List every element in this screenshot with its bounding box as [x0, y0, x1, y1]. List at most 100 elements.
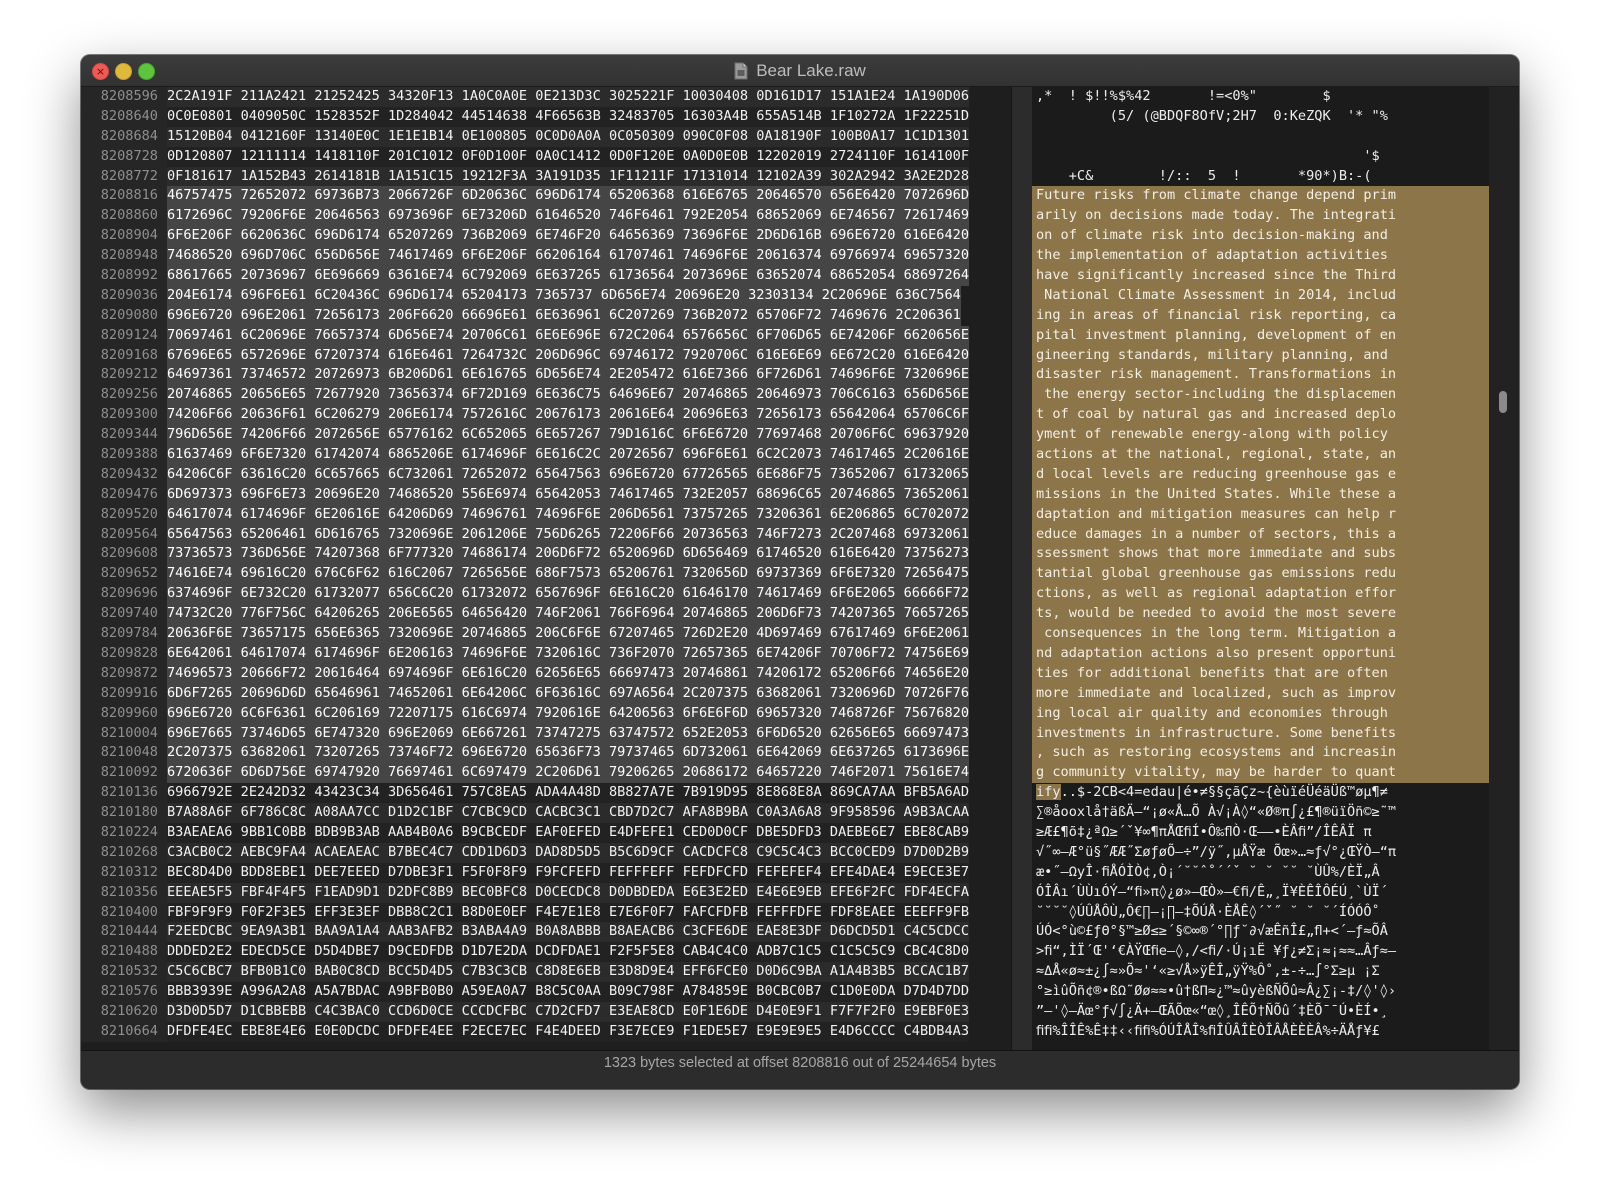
ascii-pane[interactable]: ,* ! $!!%$%42 !=<0%" $ (5/ (@BDQF8OfV;2H…: [1032, 87, 1489, 1051]
hex-row[interactable]: 8209168 67696E65 6572696E 67207374 616E64…: [81, 345, 1011, 366]
ascii-row[interactable]: the energy sector-including the displace…: [1032, 385, 1489, 406]
hex-row[interactable]: 8209608 73736573 736D656E 74207368 6F7773…: [81, 544, 1011, 565]
hex-row[interactable]: 8209300 74206F66 20636F61 6C206279 206E61…: [81, 405, 1011, 426]
ascii-row[interactable]: yment of renewable energy-along with pol…: [1032, 425, 1489, 446]
hex-bytes[interactable]: 6374696F 6E732C20 61732077 656C6C20 6173…: [167, 584, 970, 605]
ascii-row[interactable]: on of climate risk into decision-making …: [1032, 226, 1489, 247]
ascii-row[interactable]: missions in the United States. While the…: [1032, 484, 1489, 505]
vertical-scrollbar[interactable]: [1489, 87, 1519, 1051]
hex-bytes[interactable]: 0F181617 1A152B43 2614181B 1A151C15 1921…: [167, 166, 970, 187]
hex-bytes[interactable]: 6E642061 64617074 6174696F 6E206163 7469…: [167, 643, 970, 664]
ascii-row[interactable]: ctions, as well as regional adaptation e…: [1032, 584, 1489, 605]
hex-row[interactable]: 8209036 204E6174 696F6E61 6C20436C 696D61…: [81, 285, 1011, 306]
hex-row[interactable]: 8208596 2C2A191F 211A2421 21252425 34320F…: [81, 87, 1011, 107]
ascii-row[interactable]: educe damages in a number of sectors, th…: [1032, 524, 1489, 545]
ascii-row[interactable]: ing local air quality and economies thro…: [1032, 703, 1489, 724]
hex-bytes[interactable]: 6966792E 2E242D32 43423C34 3D656461 757C…: [167, 783, 970, 804]
hex-bytes[interactable]: DFDFE4EC EBE8E4E6 E0E0DCDC DFDFE4EE F2EC…: [167, 1021, 970, 1042]
ascii-row[interactable]: '$: [1032, 147, 1489, 167]
hex-bytes[interactable]: 6D697373 696F6E73 20696E20 74686520 556E…: [167, 484, 970, 505]
hex-row[interactable]: 8210620 D3D0D5D7 D1CBBEBB C4C3BAC0 CCD6D0…: [81, 1001, 1011, 1022]
hex-row[interactable]: 8209344 796D656E 74206F66 2072656E 657761…: [81, 425, 1011, 446]
ascii-row[interactable]: ÚÓ<°ù©£ƒΘ°§™≥Ø≤≥´§©∞®´°∏ƒ˘∂√æÊñÎ£„ﬂ+<´–ƒ…: [1032, 922, 1489, 942]
hex-bytes[interactable]: 20636F6E 73657175 656E6365 7320696E 2074…: [167, 624, 970, 644]
hex-bytes[interactable]: 70697461 6C20696E 76657374 6D656E74 2070…: [167, 325, 970, 346]
ascii-row[interactable]: ≈ΔÅ«ø≈±¿∫≈»Õ≈'‘«≥√Å»ÿÊÎ„ÿŸ%Ô˚‚±-÷…∫°Σ≥µ …: [1032, 962, 1489, 982]
hex-bytes[interactable]: EEEAE5F5 FBF4F4F5 F1EAD9D1 D2DFC8B9 BEC0…: [167, 882, 970, 903]
hex-row[interactable]: 8209520 64617074 6174696F 6E20616E 64206D…: [81, 504, 1011, 525]
hex-bytes[interactable]: 6F6E206F 6620636C 696D6174 65207269 736B…: [167, 226, 970, 247]
hex-row[interactable]: 8209124 70697461 6C20696E 76657374 6D656E…: [81, 325, 1011, 346]
hex-row[interactable]: 8210180 B7A88A6F 6F786C8C A08AA7CC D1D2C1…: [81, 803, 1011, 823]
hex-bytes[interactable]: 64617074 6174696F 6E20616E 64206D69 7469…: [167, 504, 970, 525]
hex-row[interactable]: 8210136 6966792E 2E242D32 43423C34 3D6564…: [81, 783, 1011, 804]
hex-row[interactable]: 8209564 65647563 65206461 6D616765 732069…: [81, 524, 1011, 545]
ascii-row[interactable]: National Climate Assessment in 2014, inc…: [1032, 285, 1489, 306]
hex-bytes[interactable]: 61637469 6F6E7320 61742074 6865206E 6174…: [167, 445, 970, 465]
ascii-row[interactable]: ﬁﬁ%ÎÎÊ%Ê‡‡‹‹ﬁﬁ%ÓÚÎÅÎ%ﬁÎÛÂÎÈÒÎÂÅÈÈÈÂ%÷ÄÅƒ…: [1032, 1022, 1489, 1042]
ascii-row[interactable]: g community vitality, may be harder to q…: [1032, 763, 1489, 784]
hex-bytes[interactable]: FBF9F9F9 F0F2F3E5 EFF3E3EF DBB8C2C1 B8D0…: [167, 902, 970, 923]
ascii-row[interactable]: (5/ (@BDQF8OfV;2H7 0:KeZQK '* "%: [1032, 107, 1489, 127]
ascii-row[interactable]: ties for additional benefits that are of…: [1032, 663, 1489, 684]
ascii-row[interactable]: ”–'◊–Äœ°ƒ√∫¿Ä+–ŒÃÕœ«“œ◊¸ÎÊÕ†ÑÕû´‡ÈÕ¯¯Ú•È…: [1032, 1002, 1489, 1022]
hex-bytes[interactable]: C5C6CBC7 BFB0B1C0 BAB0C8CD BCC5D4D5 C7B3…: [167, 962, 970, 983]
ascii-row[interactable]: investments in infrastructure. Some bene…: [1032, 723, 1489, 744]
ascii-row[interactable]: +C& !/:: 5 ! *90*)B:-(: [1032, 167, 1489, 187]
hex-row[interactable]: 8210400 FBF9F9F9 F0F2F3E5 EFF3E3EF DBB8C2…: [81, 902, 1011, 923]
ascii-row[interactable]: daptation and mitigation measures can he…: [1032, 504, 1489, 525]
pane-divider[interactable]: [1011, 87, 1033, 1051]
hex-row[interactable]: 8209432 64206C6F 63616C20 6C657665 6C7320…: [81, 464, 1011, 485]
hex-bytes[interactable]: 6172696C 79206F6E 20646563 6973696F 6E73…: [167, 206, 970, 227]
hex-row[interactable]: 8210312 BEC8D4D0 BDD8EBE1 DEE7EEED D7DBE3…: [81, 862, 1011, 883]
hex-bytes[interactable]: F2EEDCBC 9EA9A3B1 BAA9A1A4 AAB3AFB2 B3AB…: [167, 922, 970, 943]
hex-bytes[interactable]: 74686520 696D706C 656D656E 74617469 6F6E…: [167, 246, 970, 267]
hex-row[interactable]: 8210268 C3ACB0C2 AEBC9FA4 ACAEAEAC B7BEC4…: [81, 842, 1011, 863]
ascii-row[interactable]: arily on decisions made today. The integ…: [1032, 206, 1489, 227]
hex-row[interactable]: 8208728 0D120807 12111114 1418110F 201C10…: [81, 146, 1011, 167]
hex-row[interactable]: 8210004 696E7665 73746D65 6E747320 696E20…: [81, 723, 1011, 744]
scroll-thumb[interactable]: [1499, 391, 1507, 413]
ascii-row[interactable]: ts, would be needed to avoid the most se…: [1032, 604, 1489, 625]
hex-bytes[interactable]: 74616E74 69616C20 676C6F62 616C2067 7265…: [167, 564, 970, 585]
hex-bytes[interactable]: D3D0D5D7 D1CBBEBB C4C3BAC0 CCD6D0CE CCCD…: [167, 1001, 970, 1022]
ascii-row[interactable]: nd adaptation actions also present oppor…: [1032, 643, 1489, 664]
hex-bytes[interactable]: C3ACB0C2 AEBC9FA4 ACAEAEAC B7BEC4C7 CDD1…: [167, 842, 970, 863]
hex-row[interactable]: 8210664 DFDFE4EC EBE8E4E6 E0E0DCDC DFDFE4…: [81, 1021, 1011, 1042]
hex-row[interactable]: 8208948 74686520 696D706C 656D656E 746174…: [81, 246, 1011, 267]
hex-bytes[interactable]: 64697361 73746572 20726973 6B206D61 6E61…: [167, 365, 970, 386]
hex-bytes[interactable]: DDDED2E2 EDECD5CE D5D4DBE7 D9CEDFDB D1D7…: [167, 942, 970, 963]
hex-bytes[interactable]: 74696573 20666F72 20616464 6974696F 6E61…: [167, 663, 970, 684]
hex-row[interactable]: 8208684 15120B04 0412160F 13140E0C 1E1E1B…: [81, 126, 1011, 147]
hex-row[interactable]: 8210048 2C207375 63682061 73207265 73746F…: [81, 743, 1011, 764]
ascii-row[interactable]: ssessment shows that more immediate and …: [1032, 544, 1489, 565]
hex-bytes[interactable]: 73736573 736D656E 74207368 6F777320 7468…: [167, 544, 970, 565]
ascii-row[interactable]: gineering standards, military planning, …: [1032, 345, 1489, 366]
ascii-row[interactable]: æ•˝–ΩyÎ·ﬁÅÓÌÒ¢‚Ò¡´˘˘ˆ˚´´ˇ ˘ ˘ ˘˘ ˘ÙÛ%/ÈÏ…: [1032, 863, 1489, 883]
hex-row[interactable]: 8209828 6E642061 64617074 6174696F 6E2061…: [81, 643, 1011, 664]
hex-bytes[interactable]: 74732C20 776F756C 64206265 206E6565 6465…: [167, 604, 970, 625]
hex-bytes[interactable]: 15120B04 0412160F 13140E0C 1E1E1B14 0E10…: [167, 126, 970, 147]
ascii-row[interactable]: pital investment planning, development o…: [1032, 325, 1489, 346]
hex-bytes[interactable]: 68617665 20736967 6E696669 63616E74 6C79…: [167, 266, 970, 286]
hex-pane[interactable]: 8208596 2C2A191F 211A2421 21252425 34320F…: [81, 87, 1011, 1051]
hex-row[interactable]: 8208860 6172696C 79206F6E 20646563 697369…: [81, 206, 1011, 227]
hex-bytes[interactable]: 46757475 72652072 69736B73 2066726F 6D20…: [167, 186, 970, 207]
hex-bytes[interactable]: 2C2A191F 211A2421 21252425 34320F13 1A0C…: [167, 87, 970, 107]
ascii-row[interactable]: ∑®åooxlå†äßÄ–“¡ø«Å…Õ À√¡À◊“«Ø®π∫¿£¶®üïÖñ…: [1032, 803, 1489, 823]
hex-row[interactable]: 8210356 EEEAE5F5 FBF4F4F5 F1EAD9D1 D2DFC8…: [81, 882, 1011, 903]
hex-row[interactable]: 8209476 6D697373 696F6E73 20696E20 746865…: [81, 484, 1011, 505]
hex-bytes[interactable]: 6720636F 6D6D756E 69747920 76697461 6C69…: [167, 763, 970, 784]
ascii-row[interactable]: ify..$-2CB<4=edau|é•≠§§çãÇz~{èùïéÜéäÜß™ø…: [1032, 783, 1489, 803]
ascii-row[interactable]: ÓÎÂı´ÙÙıÓÝ–“ﬁ»π◊¿ø»–ŒÒ»–€ﬁ/Ê„¸Ï¥ÈÊÎÔÉÚ¸`…: [1032, 883, 1489, 903]
hex-row[interactable]: 8209784 20636F6E 73657175 656E6365 732069…: [81, 624, 1011, 644]
title-bar[interactable]: × Bear Lake.raw: [81, 55, 1519, 87]
hex-row[interactable]: 8208904 6F6E206F 6620636C 696D6174 652072…: [81, 226, 1011, 247]
ascii-row[interactable]: ,* ! $!!%$%42 !=<0%" $: [1032, 87, 1489, 107]
ascii-row[interactable]: ing in areas of financial risk reporting…: [1032, 305, 1489, 326]
hex-row[interactable]: 8209916 6D6F7265 20696D6D 65646961 746520…: [81, 683, 1011, 704]
hex-bytes[interactable]: 204E6174 696F6E61 6C20436C 696D6174 6520…: [167, 285, 961, 306]
ascii-row[interactable]: ≥Æ£¶õ‡¿ªΩ≥´ˇ¥∞¶πÅŒﬁÍ•Ô‰ﬂÒ·Œ––•ÈÂﬁ”/ÎÊÂÏ …: [1032, 823, 1489, 843]
hex-bytes[interactable]: 6D6F7265 20696D6D 65646961 74652061 6E64…: [167, 683, 970, 704]
ascii-row[interactable]: Future risks from climate change depend …: [1032, 186, 1489, 207]
